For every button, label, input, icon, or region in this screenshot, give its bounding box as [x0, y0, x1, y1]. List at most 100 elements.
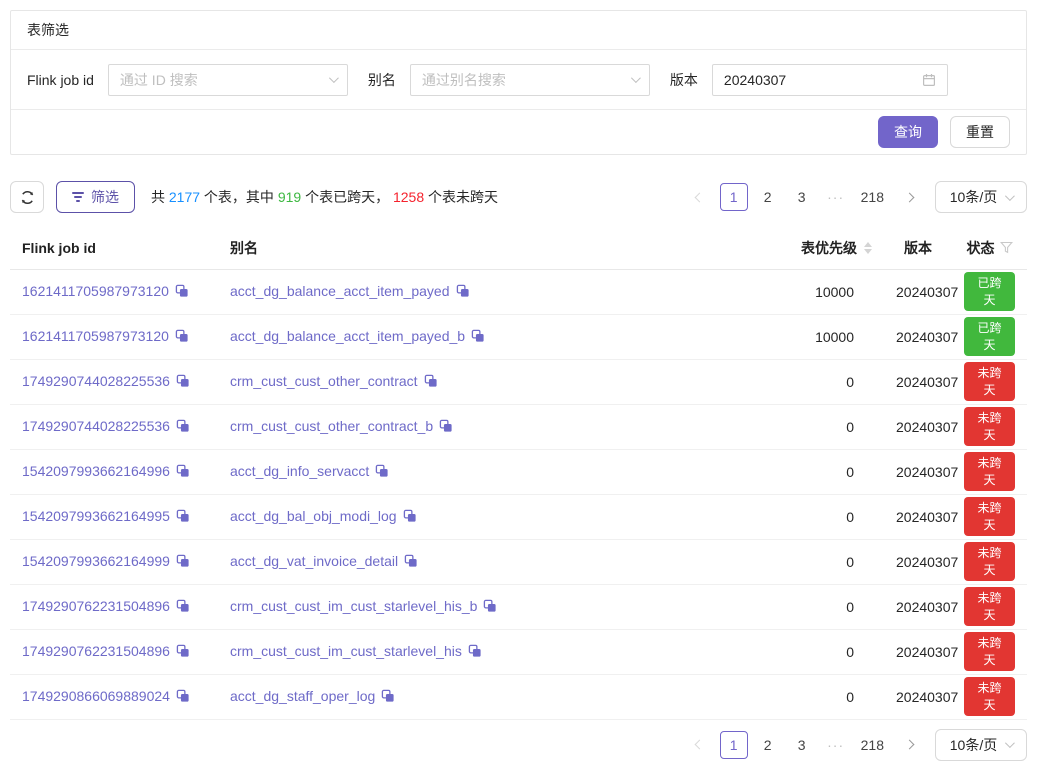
copy-icon[interactable]: [468, 644, 482, 661]
copy-icon[interactable]: [176, 509, 190, 526]
copy-icon[interactable]: [483, 599, 497, 616]
copy-icon[interactable]: [176, 419, 190, 436]
table-row: 1749290744028225536 crm_cust_cust_other_…: [10, 404, 1027, 449]
page-size-select[interactable]: 10条/页: [935, 729, 1027, 761]
job-id-link[interactable]: 1749290762231504896: [22, 598, 170, 614]
table-row: 1621411705987973120 acct_dg_balance_acct…: [10, 314, 1027, 359]
alias-link[interactable]: acct_dg_staff_oper_log: [230, 688, 375, 704]
next-page-button[interactable]: [895, 731, 923, 759]
job-id-link[interactable]: 1542097993662164996: [22, 463, 170, 479]
page-button[interactable]: 3: [788, 183, 816, 211]
job-id-link[interactable]: 1749290744028225536: [22, 418, 170, 434]
stats-segment: 个表已跨天，: [301, 189, 393, 205]
page-button[interactable]: 3: [788, 731, 816, 759]
sort-icon[interactable]: [864, 242, 872, 254]
stats-segment: 共: [151, 189, 169, 205]
alias-link[interactable]: crm_cust_cust_other_contract: [230, 373, 418, 389]
job-id-select[interactable]: 通过 ID 搜索: [108, 64, 348, 96]
stats-text: 共 2177 个表，其中 919 个表已跨天， 1258 个表未跨天: [151, 187, 498, 207]
copy-icon[interactable]: [176, 464, 190, 481]
alias-link[interactable]: crm_cust_cust_im_cust_starlevel_his: [230, 643, 462, 659]
page-button[interactable]: 1: [720, 731, 748, 759]
alias-link[interactable]: acct_dg_balance_acct_item_payed: [230, 283, 450, 299]
pagination-bottom: 123···218: [686, 731, 929, 759]
job-id-link[interactable]: 1542097993662164999: [22, 553, 170, 569]
alias-link[interactable]: crm_cust_cust_im_cust_starlevel_his_b: [230, 598, 477, 614]
filter-button[interactable]: 筛选: [56, 181, 135, 213]
copy-icon[interactable]: [424, 374, 438, 391]
job-id-link[interactable]: 1542097993662164995: [22, 508, 170, 524]
reset-button[interactable]: 重置: [950, 116, 1010, 148]
copy-icon[interactable]: [176, 374, 190, 391]
chevron-down-icon: [631, 73, 641, 83]
chevron-down-icon: [329, 73, 339, 83]
version-date-input[interactable]: 20240307: [712, 64, 948, 96]
query-button[interactable]: 查询: [878, 116, 938, 148]
version-cell: 20240307: [884, 269, 952, 314]
table-row: 1749290762231504896 crm_cust_cust_im_cus…: [10, 629, 1027, 674]
table-row: 1749290866069889024 acct_dg_staff_oper_l…: [10, 674, 1027, 719]
priority-cell: 10000: [760, 269, 884, 314]
copy-icon[interactable]: [175, 284, 189, 301]
copy-icon[interactable]: [439, 419, 453, 436]
column-filter-icon[interactable]: [1000, 241, 1013, 254]
job-id-link[interactable]: 1749290744028225536: [22, 373, 170, 389]
alias-select[interactable]: 通过别名搜索: [410, 64, 650, 96]
copy-icon[interactable]: [176, 554, 190, 571]
prev-page-button[interactable]: [686, 731, 714, 759]
copy-icon[interactable]: [381, 689, 395, 706]
page-button[interactable]: 218: [856, 731, 889, 759]
copy-icon[interactable]: [175, 329, 189, 346]
job-id-link[interactable]: 1749290762231504896: [22, 643, 170, 659]
filter-button-label: 筛选: [91, 187, 119, 207]
col-header-priority[interactable]: 表优先级: [772, 238, 872, 258]
priority-cell: 0: [760, 404, 884, 449]
alias-link[interactable]: acct_dg_info_servacct: [230, 463, 369, 479]
next-page-button[interactable]: [895, 183, 923, 211]
page-button[interactable]: 2: [754, 183, 782, 211]
copy-icon[interactable]: [404, 554, 418, 571]
refresh-button[interactable]: [10, 181, 44, 213]
status-badge: 未跨天: [964, 497, 1015, 536]
priority-cell: 0: [760, 359, 884, 404]
job-id-link[interactable]: 1621411705987973120: [22, 328, 169, 344]
copy-icon[interactable]: [176, 689, 190, 706]
priority-cell: 0: [760, 674, 884, 719]
alias-link[interactable]: acct_dg_bal_obj_modi_log: [230, 508, 397, 524]
col-header-job-id: Flink job id: [10, 227, 218, 269]
stats-segment: 919: [278, 189, 301, 205]
page-button[interactable]: 2: [754, 731, 782, 759]
copy-icon[interactable]: [176, 599, 190, 616]
copy-icon[interactable]: [375, 464, 389, 481]
alias-link[interactable]: crm_cust_cust_other_contract_b: [230, 418, 433, 434]
copy-icon[interactable]: [403, 509, 417, 526]
copy-icon[interactable]: [456, 284, 470, 301]
table-row: 1749290744028225536 crm_cust_cust_other_…: [10, 359, 1027, 404]
alias-link[interactable]: acct_dg_balance_acct_item_payed_b: [230, 328, 465, 344]
chevron-down-icon: [1005, 738, 1015, 748]
version-cell: 20240307: [884, 359, 952, 404]
version-cell: 20240307: [884, 539, 952, 584]
priority-cell: 0: [760, 584, 884, 629]
table-row: 1542097993662164996 acct_dg_info_servacc…: [10, 449, 1027, 494]
page-size-select[interactable]: 10条/页: [935, 181, 1027, 213]
page-ellipsis[interactable]: ···: [822, 731, 850, 759]
copy-icon[interactable]: [176, 644, 190, 661]
alias-link[interactable]: acct_dg_vat_invoice_detail: [230, 553, 398, 569]
filter-lines-icon: [72, 192, 84, 202]
job-id-link[interactable]: 1621411705987973120: [22, 283, 169, 299]
prev-page-button[interactable]: [686, 183, 714, 211]
status-badge: 未跨天: [964, 362, 1015, 401]
page-button[interactable]: 1: [720, 183, 748, 211]
page-ellipsis[interactable]: ···: [822, 183, 850, 211]
col-header-version: 版本: [884, 227, 952, 269]
priority-cell: 0: [760, 494, 884, 539]
page: 表筛选 Flink job id 通过 ID 搜索 别名 通过别名搜索 版本 2…: [0, 0, 1037, 767]
table-row: 1542097993662164999 acct_dg_vat_invoice_…: [10, 539, 1027, 584]
table-row: 1542097993662164995 acct_dg_bal_obj_modi…: [10, 494, 1027, 539]
version-cell: 20240307: [884, 449, 952, 494]
status-badge: 已跨天: [964, 317, 1015, 356]
copy-icon[interactable]: [471, 329, 485, 346]
job-id-link[interactable]: 1749290866069889024: [22, 688, 170, 704]
page-button[interactable]: 218: [856, 183, 889, 211]
